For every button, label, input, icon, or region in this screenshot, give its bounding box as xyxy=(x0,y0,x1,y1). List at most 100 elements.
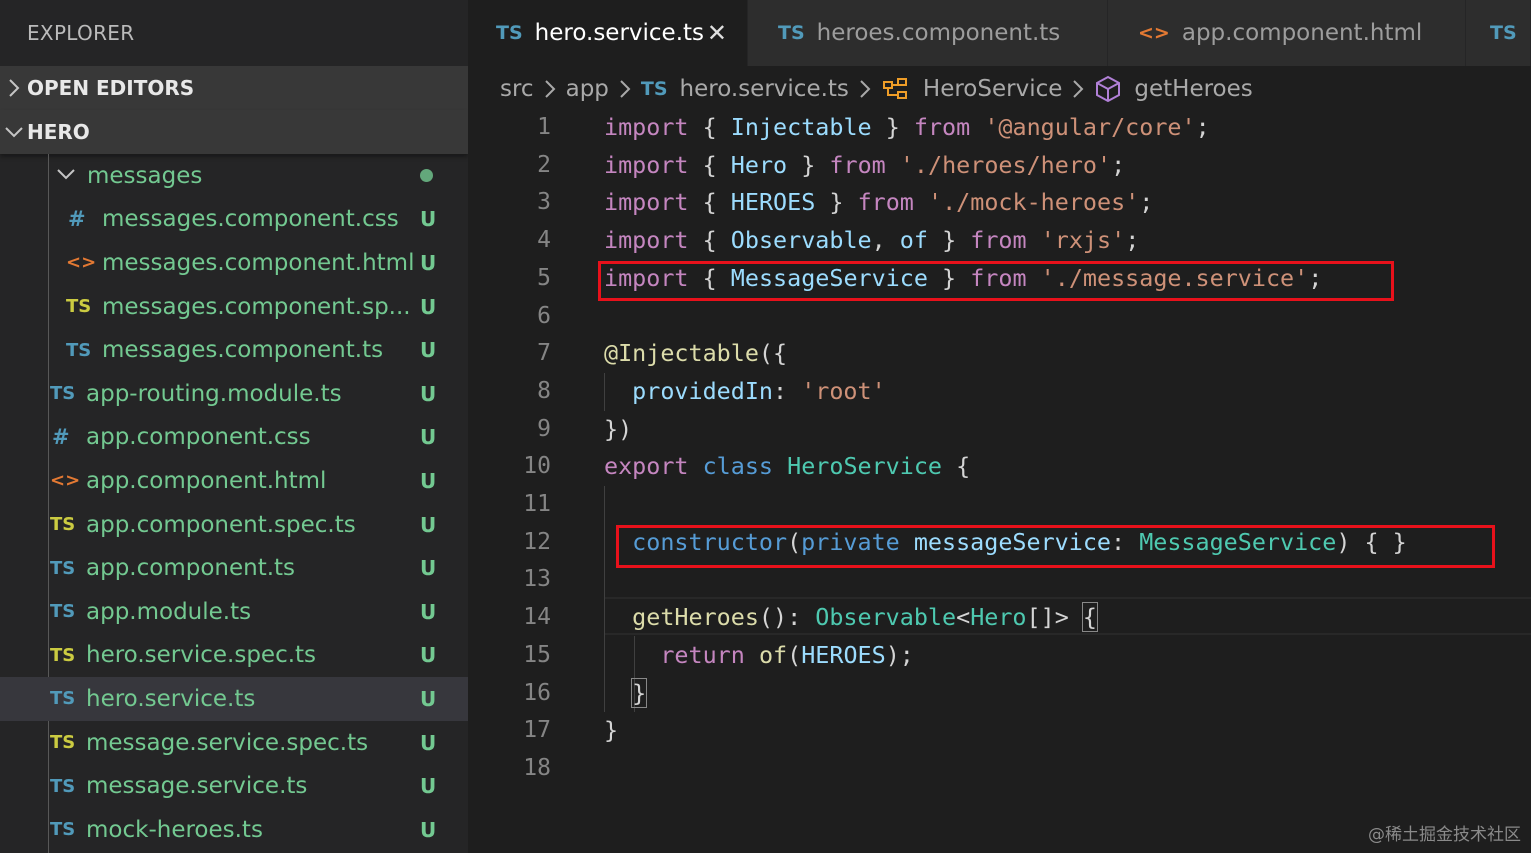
watermark: @稀土掘金技术社区 xyxy=(1368,825,1521,845)
tab-overflow[interactable]: TS xyxy=(1466,0,1531,66)
code-line: 7 @Injectable({ xyxy=(468,335,1531,373)
git-status-badge: U xyxy=(420,556,437,581)
tree-item[interactable]: TS messages.component.sp... U xyxy=(0,285,468,329)
code-line: 8 providedIn: 'root' xyxy=(468,373,1531,411)
line-number: 4 xyxy=(537,227,551,254)
git-status-badge: U xyxy=(420,512,437,537)
git-status-badge: U xyxy=(420,599,437,624)
line-number: 13 xyxy=(523,566,551,593)
css-file-icon: # xyxy=(52,425,70,450)
git-status-badge: U xyxy=(420,774,437,799)
hero-section[interactable]: HERO xyxy=(0,110,468,154)
code-text: export class HeroService { xyxy=(604,452,971,481)
chevron-right-icon xyxy=(1072,78,1084,100)
git-status-badge: U xyxy=(420,381,437,406)
tree-item-label: messages.component.ts xyxy=(102,337,384,364)
tree-item[interactable]: TS app.component.spec.ts U xyxy=(0,503,468,547)
ts-file-icon: TS xyxy=(50,819,76,841)
git-status-badge: U xyxy=(420,817,437,842)
open-editors-section[interactable]: OPEN EDITORS xyxy=(0,66,468,110)
git-status-badge: U xyxy=(420,338,437,363)
tree-item[interactable]: <> app.component.html U xyxy=(0,459,468,503)
ts-file-icon: TS xyxy=(50,775,76,797)
ts-file-icon: TS xyxy=(50,557,76,579)
ts-file-icon: TS xyxy=(66,339,92,361)
tree-item[interactable]: TS app-routing.module.ts U xyxy=(0,372,468,416)
breadcrumb-item[interactable]: src xyxy=(500,76,534,102)
code-text: import { Observable, of } from 'rxjs'; xyxy=(604,226,1140,255)
line-number: 11 xyxy=(523,491,551,517)
tree-item[interactable]: TS messages.component.ts U xyxy=(0,328,468,372)
tree-item[interactable]: TS message.service.ts U xyxy=(0,764,468,808)
tree-item[interactable]: # messages.component.css U xyxy=(0,198,468,242)
code-text: } xyxy=(631,677,648,708)
code-line: 6 xyxy=(468,298,1531,336)
line-number: 9 xyxy=(537,415,551,442)
line-number: 8 xyxy=(537,377,551,404)
tab-heroes-component[interactable]: TS heroes.component.ts xyxy=(748,0,1108,66)
tree-item[interactable]: TS hero.service.spec.ts U xyxy=(0,634,468,678)
git-status-badge: U xyxy=(420,643,437,668)
tree-item-label: mock-heroes.ts xyxy=(86,816,263,843)
tree-item[interactable]: TS message.service.spec.ts U xyxy=(0,721,468,765)
tree-item-active[interactable]: TS hero.service.ts U xyxy=(0,677,468,721)
tree-item[interactable]: <> messages.component.html U xyxy=(0,241,468,285)
tree-item-label: app.component.css xyxy=(86,424,311,451)
method-symbol-icon xyxy=(1094,75,1122,103)
line-number: 12 xyxy=(523,528,551,555)
code-text: } xyxy=(604,716,619,745)
tree-item[interactable]: TS app.component.ts U xyxy=(0,546,468,590)
line-number: 3 xyxy=(537,189,551,216)
git-status-badge: U xyxy=(420,207,437,232)
breadcrumb-item[interactable]: getHeroes xyxy=(1134,76,1252,102)
tree-item[interactable]: # app.component.css U xyxy=(0,416,468,460)
git-status-badge: U xyxy=(420,730,437,755)
ts-file-icon: TS xyxy=(496,22,523,44)
ts-file-icon: TS xyxy=(50,383,76,405)
tree-item-label: message.service.spec.ts xyxy=(86,729,369,756)
tree-item-label: hero.service.spec.ts xyxy=(86,642,317,669)
chevron-right-icon xyxy=(859,78,871,100)
code-line: 18 xyxy=(468,750,1531,788)
class-symbol-icon xyxy=(881,76,911,102)
breadcrumb-item[interactable]: app xyxy=(566,76,609,102)
ts-spec-file-icon: TS xyxy=(50,644,76,666)
line-number: 6 xyxy=(537,302,551,329)
tree-item-label: app.component.html xyxy=(86,467,327,494)
tree-item-label: message.service.ts xyxy=(86,773,308,800)
tree-item[interactable]: TS app.module.ts U xyxy=(0,590,468,634)
tab-hero-service[interactable]: TS hero.service.ts ✕ xyxy=(468,0,748,66)
tree-item-label: app.component.ts xyxy=(86,555,296,582)
code-line: 3 import { HEROES } from './mock-heroes'… xyxy=(468,184,1531,222)
html-file-icon: <> xyxy=(1138,22,1170,44)
git-status-badge: U xyxy=(420,425,437,450)
modified-dot xyxy=(420,169,433,183)
ts-file-icon: TS xyxy=(1490,22,1517,44)
tab-bar: TS hero.service.ts ✕ TS heroes.component… xyxy=(468,0,1531,66)
line-number: 18 xyxy=(523,754,551,781)
git-status-badge: U xyxy=(420,294,437,319)
tab-app-component-html[interactable]: <> app.component.html xyxy=(1108,0,1466,66)
chevron-right-icon xyxy=(0,66,27,110)
code-line: 11 xyxy=(468,486,1531,524)
code-text: providedIn: 'root' xyxy=(632,376,886,405)
chevron-down-icon xyxy=(56,166,76,185)
code-line: 16 } xyxy=(468,675,1531,713)
close-icon[interactable]: ✕ xyxy=(707,19,727,47)
tree-item[interactable]: TS mock-heroes.ts U xyxy=(0,808,468,852)
open-editors-label: OPEN EDITORS xyxy=(27,76,195,100)
code-line: 2 import { Hero } from './heroes/hero'; xyxy=(468,147,1531,185)
code-text: import { Injectable } from '@angular/cor… xyxy=(604,113,1210,141)
line-number: 7 xyxy=(537,340,551,367)
line-number: 14 xyxy=(523,604,551,631)
tree-item-label: messages.component.css xyxy=(102,206,399,233)
tree-item-label: app.module.ts xyxy=(86,598,252,625)
breadcrumb-item[interactable]: hero.service.ts xyxy=(680,76,849,102)
ts-file-icon: TS xyxy=(50,601,76,623)
folder-messages[interactable]: messages xyxy=(0,154,468,198)
code-line: 15 return of(HEROES); xyxy=(468,637,1531,675)
line-number: 1 xyxy=(537,114,551,140)
tree-item-label: messages.component.html xyxy=(102,249,415,276)
tab-label: heroes.component.ts xyxy=(816,20,1061,46)
breadcrumb-item[interactable]: HeroService xyxy=(923,76,1062,102)
